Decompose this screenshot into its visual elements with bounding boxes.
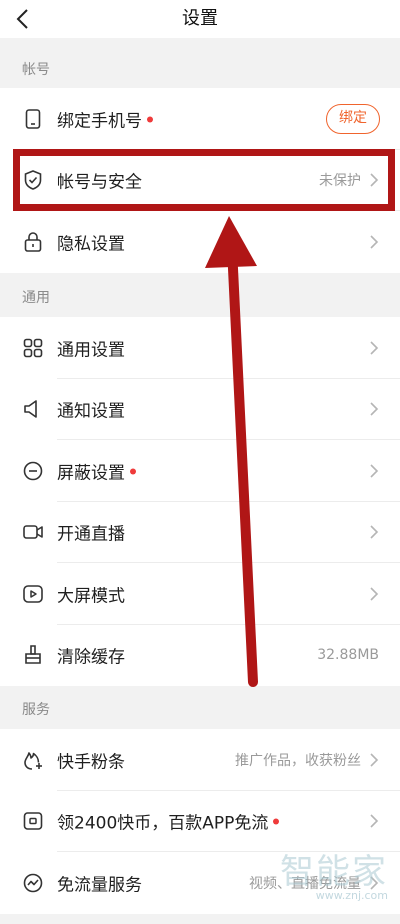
row-label-fentiao: 快手粉条 <box>57 752 125 773</box>
fentiao-subtitle: 推广作品，收获粉丝 <box>235 752 361 769</box>
row-label-live: 开通直播 <box>57 524 125 545</box>
watermark-text: 智能家 <box>280 852 388 892</box>
chevron-right-icon <box>370 753 379 767</box>
chevron-right-icon <box>370 235 379 249</box>
lock-icon <box>24 231 42 252</box>
flame-plus-icon <box>24 751 42 770</box>
row-label-clear-cache: 清除缓存 <box>57 647 125 668</box>
section-label-account: 帐号 <box>22 62 50 78</box>
general-group: 通用设置 通知设置 屏蔽设置 开通直播 大屏模式 清除缓存 32.88MB <box>0 317 400 686</box>
row-bind-phone[interactable]: 绑定手机号 绑定 <box>0 88 400 150</box>
grid-icon <box>23 338 43 358</box>
chevron-right-icon <box>370 587 379 601</box>
play-screen-icon <box>23 584 43 603</box>
video-camera-icon <box>23 525 43 540</box>
row-kuaishou-fentiao[interactable]: 快手粉条 推广作品，收获粉丝 <box>0 729 400 791</box>
bind-button[interactable]: 绑定 <box>326 103 380 134</box>
row-start-live[interactable]: 开通直播 <box>0 502 400 563</box>
wave-circle-icon <box>23 873 43 893</box>
top-bar: 设置 <box>0 0 400 38</box>
chevron-right-icon <box>370 402 379 416</box>
block-minus-icon <box>23 461 43 481</box>
row-big-screen-mode[interactable]: 大屏模式 <box>0 563 400 625</box>
cache-size: 32.88MB <box>317 647 379 664</box>
page-title: 设置 <box>182 8 218 29</box>
chevron-right-icon <box>370 341 379 355</box>
chevron-right-icon <box>370 464 379 478</box>
section-label-general: 通用 <box>22 290 50 306</box>
row-label-free-data-service: 免流量服务 <box>57 875 142 896</box>
row-privacy-settings[interactable]: 隐私设置 <box>0 211 400 273</box>
row-label-notification: 通知设置 <box>57 401 125 422</box>
watermark-logo: 智能家 www.znj.com <box>280 844 388 902</box>
coin-card-icon <box>23 812 43 831</box>
row-label-block: 屏蔽设置 <box>57 463 125 484</box>
section-label-services: 服务 <box>22 702 50 718</box>
row-label-free-data-coins: 领2400快币，百款APP免流 <box>57 813 269 834</box>
row-clear-cache[interactable]: 清除缓存 32.88MB <box>0 625 400 687</box>
row-free-data-coins[interactable]: 领2400快币，百款APP免流 <box>0 791 400 852</box>
new-dot-badge <box>273 818 280 825</box>
row-label-bind-phone: 绑定手机号 <box>57 111 142 132</box>
new-dot-badge <box>130 468 136 475</box>
row-label-big-screen: 大屏模式 <box>57 586 125 607</box>
phone-icon <box>25 108 41 129</box>
chevron-right-icon <box>370 814 379 828</box>
row-notification-settings[interactable]: 通知设置 <box>0 379 400 440</box>
chevron-right-icon <box>370 525 379 539</box>
row-label-privacy: 隐私设置 <box>57 234 125 255</box>
new-dot-badge <box>147 116 153 123</box>
row-general-settings[interactable]: 通用设置 <box>0 317 400 379</box>
row-block-settings[interactable]: 屏蔽设置 <box>0 440 400 502</box>
annotation-highlight-box <box>13 149 395 211</box>
row-label-general-settings: 通用设置 <box>57 340 125 361</box>
broom-icon <box>25 645 41 665</box>
speaker-icon <box>24 400 37 419</box>
